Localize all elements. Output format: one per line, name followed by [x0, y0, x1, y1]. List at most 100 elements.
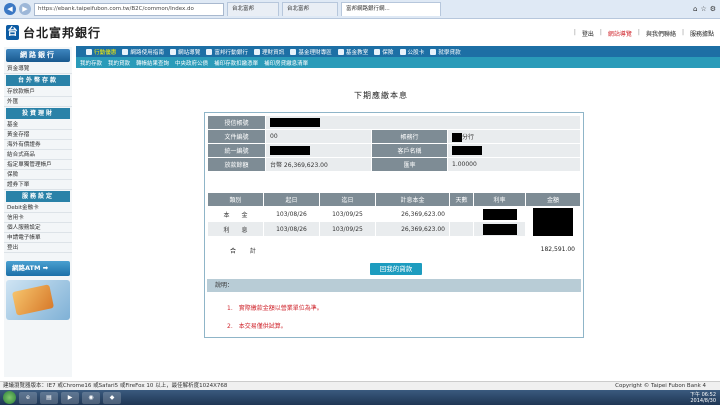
promo-icon [86, 48, 92, 55]
nav-guide[interactable]: 網路使用指南 [122, 48, 164, 56]
balance-value: 台幣 26,369,623.00 [265, 157, 372, 172]
row-principal: 26,369,623.00 [375, 206, 450, 222]
sidebar-item-managed[interactable]: 指定單獨管理帳戶 [4, 160, 72, 170]
sidebar-item-logout[interactable]: 登出 [4, 243, 72, 253]
promo-card-banner[interactable] [6, 280, 70, 320]
subnav-deposits[interactable]: 我的存款 [80, 59, 102, 67]
doc-value: 00 [265, 129, 372, 144]
sidebar-item-structured[interactable]: 結合式商品 [4, 150, 72, 160]
star-icon[interactable]: ☆ [700, 5, 706, 13]
table-row: 利 息 103/08/26 103/09/25 26,369,623.00 [207, 221, 581, 237]
branch-label: 帳務行 [371, 129, 448, 144]
system-clock[interactable]: 下午 06:52 2014/8/30 [690, 392, 720, 404]
tax-id-label: 統一編號 [207, 143, 266, 158]
nav-public-card[interactable]: 公股卡 [399, 48, 424, 56]
sidebar-item-overseas[interactable]: 海外有價證券 [4, 140, 72, 150]
browser-tab-1[interactable]: 台北富邦 [227, 2, 279, 16]
redaction-box [499, 208, 517, 220]
credit-card-image [11, 284, 55, 316]
redaction-box [533, 207, 573, 236]
browser-tab-active[interactable]: 富邦網路銀行網... [341, 2, 441, 16]
table-row: 本 金 103/08/26 103/09/25 26,369,623.00 [207, 206, 581, 237]
nav-fund-zone[interactable]: 基金理財專區 [290, 48, 332, 56]
branches-link[interactable]: 服務據點 [690, 29, 714, 38]
web-atm-button[interactable]: 網路ATM ➡ [6, 261, 70, 276]
sidebar-item-fund[interactable]: 基金 [4, 120, 72, 130]
sidebar-item-debit[interactable]: Debit金融卡 [4, 203, 72, 213]
col-end: 迄日 [319, 192, 376, 207]
sitemap-link[interactable]: 網站導覽 [608, 29, 632, 38]
explorer-icon[interactable]: e [19, 391, 37, 404]
sidebar-item-credit-card[interactable]: 信用卡 [4, 213, 72, 223]
logout-link[interactable]: 登出 [582, 29, 594, 38]
site-header: 台 台北富邦銀行 | 登出 | 網站導覽 | 與我們聯絡 | 服務據點 [0, 19, 720, 46]
redaction-box [499, 223, 517, 235]
forward-arrow-icon[interactable]: ▶ [19, 3, 31, 15]
nav-promo[interactable]: 行動優惠 [86, 48, 116, 56]
card-icon [399, 48, 406, 55]
browser-recommendation: 建議瀏覽器版本：IE7 或Chrome16 或Safari5 或FireFox … [3, 383, 228, 389]
redaction-box [482, 223, 500, 235]
chrome-icon[interactable]: ◉ [82, 391, 100, 404]
branch-value: 分行 [447, 129, 581, 144]
nav-sitemap[interactable]: 網站導覽 [169, 48, 200, 56]
col-start: 起日 [263, 192, 320, 207]
row-days [449, 206, 474, 222]
window-controls: ⌂ ☆ ⚙ [693, 5, 716, 13]
nav-fund-class[interactable]: 基金教室 [337, 48, 368, 56]
home-icon[interactable]: ⌂ [693, 5, 697, 13]
redaction-box [270, 118, 320, 127]
nav-student-loan[interactable]: 就學貸款 [430, 48, 461, 56]
col-days: 天數 [449, 192, 474, 207]
address-bar[interactable]: https://ebank.taipeifubon.com.tw/B2C/com… [34, 2, 224, 16]
sidebar-section-deposits: 台外幣存款 [6, 75, 70, 86]
sidebar-item-accounts[interactable]: 存放款帳戶 [4, 87, 72, 97]
fund-icon [290, 48, 297, 55]
sidebar-item-insurance[interactable]: 保險 [4, 170, 72, 180]
note-item: 1. 實際繳款金額以營業單位為準。 [227, 305, 323, 312]
col-amount: 金額 [525, 192, 581, 207]
sidebar-item-overview[interactable]: 資金導覽 [4, 64, 72, 74]
browser-status-line: 建議瀏覽器版本：IE7 或Chrome16 或Safari5 或FireFox … [0, 381, 720, 390]
start-button-icon[interactable] [3, 391, 16, 404]
row-end: 103/09/25 [319, 221, 376, 237]
bank-logo[interactable]: 台 台北富邦銀行 [6, 24, 101, 41]
subnav-loans[interactable]: 我的貸款 [108, 59, 130, 67]
subnav-transfer-results[interactable]: 轉帳結果查詢 [136, 59, 169, 67]
subnav-gov-bonds[interactable]: 中央政府公債 [175, 59, 208, 67]
sidebar-section-settings: 服務設定 [6, 191, 70, 202]
col-principal: 計息本金 [375, 192, 450, 207]
sidebar-item-forex[interactable]: 外匯 [4, 97, 72, 107]
back-to-loans-button[interactable]: 回我的貸款 [370, 263, 422, 275]
nav-mobile-bank[interactable]: 富邦行動銀行 [206, 48, 248, 56]
balance-label: 放款餘額 [207, 157, 266, 172]
subnav-withholding[interactable]: 補印存款扣繳憑單 [214, 59, 258, 67]
sidebar-item-personal[interactable]: 個人服務設定 [4, 223, 72, 233]
sidebar-item-ebill[interactable]: 申請電子帳單 [4, 233, 72, 243]
redaction-box [270, 146, 310, 155]
sidebar-item-gold[interactable]: 黃金存摺 [4, 130, 72, 140]
nav-finance-info[interactable]: 理財資訊 [253, 48, 284, 56]
folder-icon[interactable]: ▤ [40, 391, 58, 404]
mobile-icon [206, 48, 213, 55]
logo-mark-icon: 台 [6, 25, 19, 40]
row-start: 103/08/26 [263, 206, 320, 222]
browser-tab-2[interactable]: 台北富邦 [282, 2, 338, 16]
contact-link[interactable]: 與我們聯絡 [646, 29, 676, 38]
redaction-box [452, 132, 462, 142]
info-icon [253, 48, 260, 55]
total-value: 182,591.00 [540, 246, 575, 253]
sidebar-item-securities[interactable]: 證券下單 [4, 180, 72, 190]
subnav-mortgage-interest[interactable]: 補印房貸繳息清單 [264, 59, 308, 67]
top-navigation: 行動優惠 網路使用指南 網站導覽 富邦行動銀行 理財資訊 基金理財專區 基金教室… [76, 46, 720, 57]
rate-label: 匯率 [371, 157, 448, 172]
taskbar: e ▤ ▶ ◉ ◆ 下午 06:52 2014/8/30 [0, 390, 720, 405]
col-rate: 利率 [473, 192, 526, 207]
back-arrow-icon[interactable]: ◀ [4, 3, 16, 15]
app-icon[interactable]: ◆ [103, 391, 121, 404]
gear-icon[interactable]: ⚙ [710, 5, 716, 13]
note-item: 2. 本交易僅供試算。 [227, 323, 287, 330]
media-icon[interactable]: ▶ [61, 391, 79, 404]
redaction-box [482, 208, 500, 220]
nav-insurance[interactable]: 保險 [374, 48, 394, 56]
